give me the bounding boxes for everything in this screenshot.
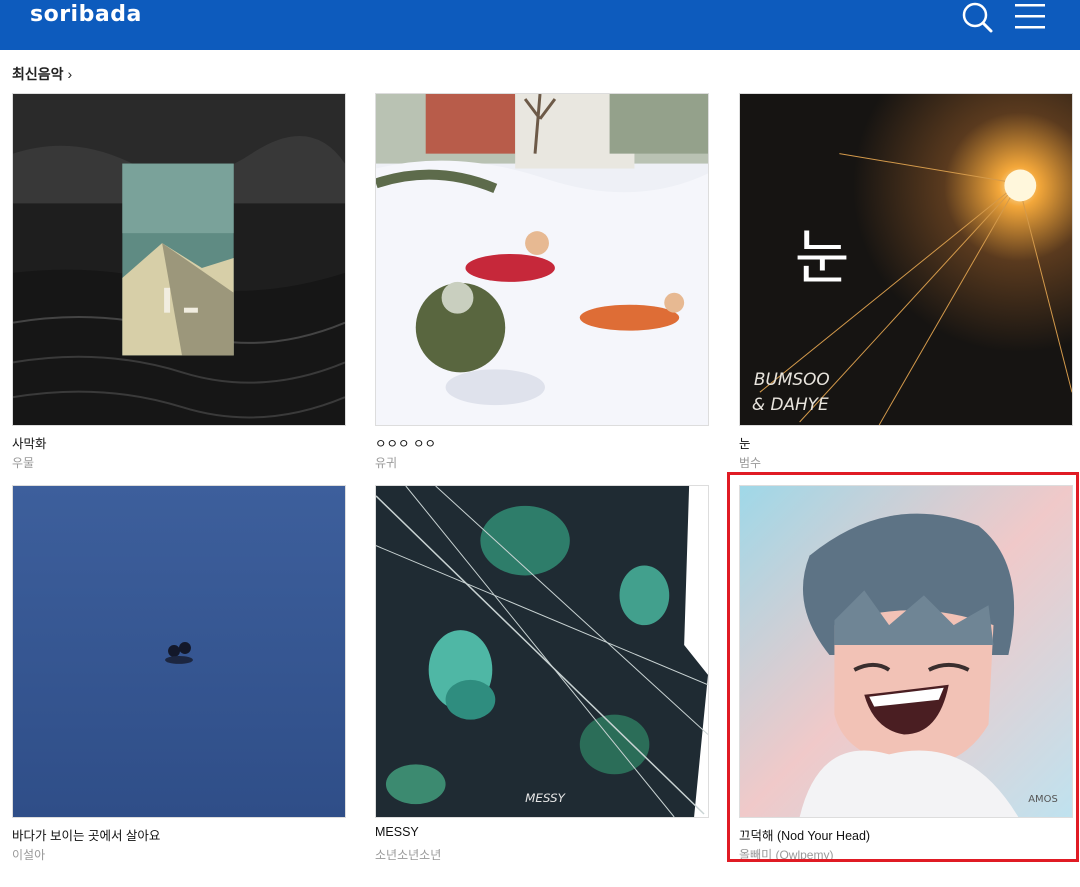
album-artist[interactable]: 소년소년소년 bbox=[375, 846, 441, 863]
album-cover[interactable] bbox=[12, 485, 346, 818]
cover-text-snow: 눈 bbox=[795, 224, 850, 293]
chevron-right-icon: › bbox=[67, 66, 73, 82]
cover-text-artist-line1: BUMSOO bbox=[754, 369, 830, 389]
menu-button[interactable] bbox=[1012, 0, 1048, 34]
album-artist[interactable]: 이설아 bbox=[12, 846, 45, 863]
album-cover[interactable]: 눈 BUMSOO & DAHYE bbox=[739, 93, 1073, 426]
album-title[interactable]: 바다가 보이는 곳에서 살아요 bbox=[12, 825, 160, 844]
album-cover-art-messy: MESSY bbox=[376, 486, 708, 817]
album-cover[interactable]: MESSY bbox=[375, 485, 709, 818]
album-cover-art-sea bbox=[13, 486, 345, 817]
album-artist[interactable]: 유귀 bbox=[375, 454, 397, 471]
album-title[interactable]: 사막화 bbox=[12, 433, 47, 452]
cover-text-signature: AMOS bbox=[1028, 794, 1058, 805]
album-title[interactable]: ㅇㅇㅇ ㅇㅇ bbox=[375, 433, 436, 452]
section-title-label: 최신음악 bbox=[12, 66, 64, 82]
album-cover-art-night-light: 눈 BUMSOO & DAHYE bbox=[740, 94, 1072, 425]
album-cover-art-desert bbox=[13, 94, 345, 425]
cover-text-messy: MESSY bbox=[525, 791, 566, 805]
album-title[interactable]: 눈 bbox=[739, 433, 751, 452]
search-button[interactable] bbox=[958, 0, 998, 34]
soribada-logo[interactable]: soribada bbox=[30, 2, 142, 27]
album-cover[interactable]: AMOS bbox=[739, 485, 1073, 818]
album-cover-art-snow bbox=[376, 94, 708, 425]
search-icon bbox=[962, 2, 993, 33]
cover-text-artist-line2: & DAHYE bbox=[752, 394, 829, 414]
section-title-latest-music[interactable]: 최신음악 › bbox=[12, 64, 72, 84]
album-cover[interactable] bbox=[12, 93, 346, 426]
album-artist[interactable]: 올빼미 (Owlpemy) bbox=[739, 846, 833, 863]
album-artist[interactable]: 우물 bbox=[12, 454, 34, 471]
top-header-bar: soribada bbox=[0, 0, 1080, 50]
album-cover-art-laughing-boy: AMOS bbox=[740, 486, 1072, 817]
album-cover[interactable] bbox=[375, 93, 709, 426]
album-title[interactable]: 끄덕해 (Nod Your Head) bbox=[739, 825, 870, 844]
album-artist[interactable]: 범수 bbox=[739, 454, 761, 471]
album-title[interactable]: MESSY bbox=[375, 825, 419, 839]
hamburger-menu-icon bbox=[1015, 4, 1045, 29]
